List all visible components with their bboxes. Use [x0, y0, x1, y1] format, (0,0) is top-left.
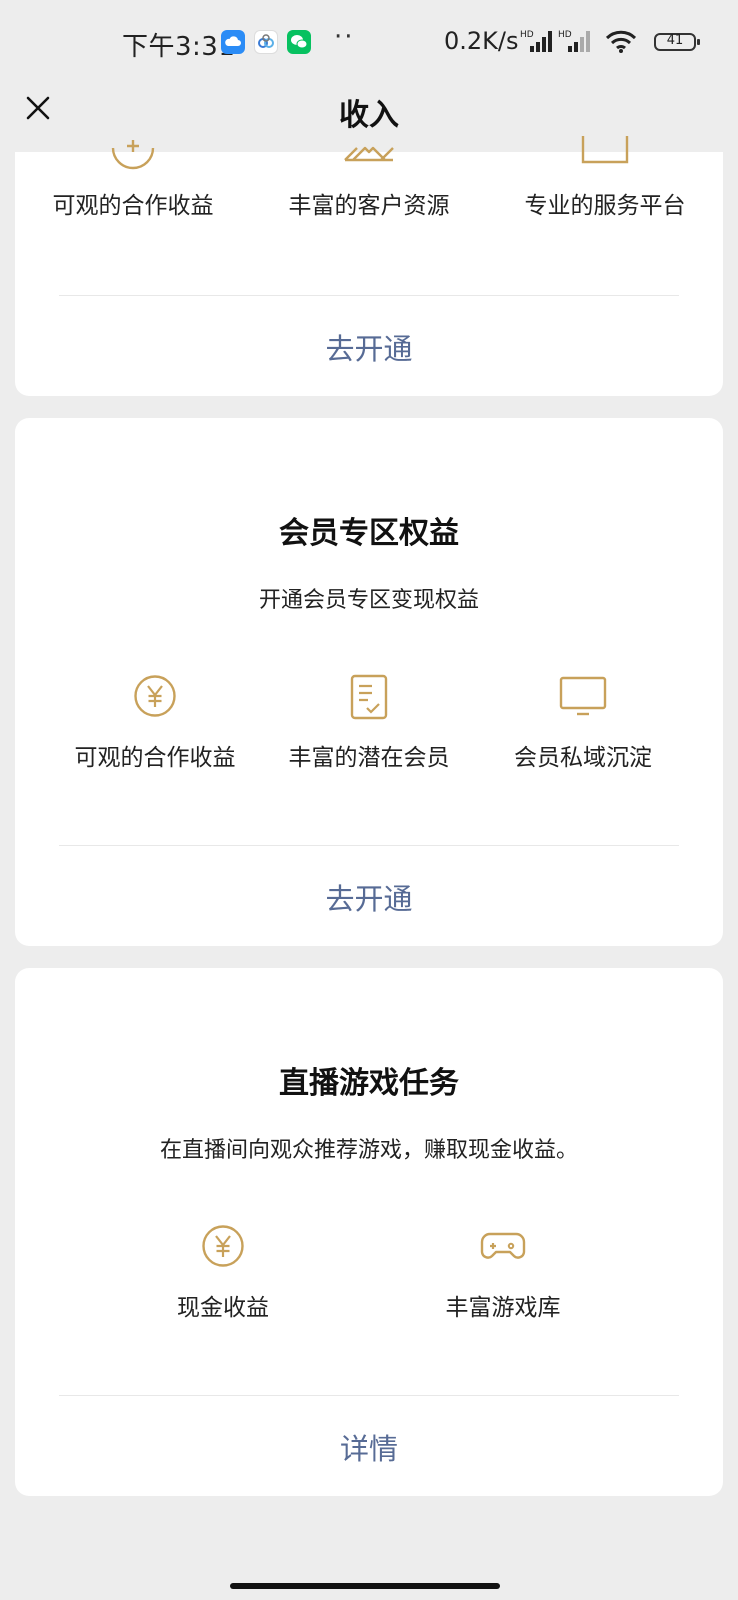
people-icon	[344, 146, 394, 162]
signal-icon: HD	[520, 30, 552, 52]
feature-label: 丰富游戏库	[445, 1295, 561, 1321]
page-title: 收入	[339, 98, 399, 133]
signal-icon-2: HD	[558, 30, 590, 52]
wechat-app-icon	[287, 30, 311, 54]
feature-item: 会员私域沉淀	[465, 674, 701, 784]
yen-coin-icon	[134, 675, 176, 717]
open-membership-button[interactable]: 去开通	[15, 876, 723, 918]
document-check-icon	[350, 674, 388, 720]
feature-item: 专业的服务平台	[487, 134, 723, 244]
monitor-icon	[581, 136, 629, 164]
live-game-task-card: 直播游戏任务 在直播间向观众推荐游戏，赚取现金收益。 现金收益 丰富游戏库 详情	[15, 968, 723, 1496]
feature-item: 现金收益	[105, 1224, 341, 1334]
coin-icon	[111, 140, 155, 170]
home-indicator[interactable]	[230, 1583, 500, 1589]
feature-label: 丰富的潜在会员	[288, 745, 450, 771]
feature-label: 专业的服务平台	[524, 193, 686, 219]
membership-card: 会员专区权益 开通会员专区变现权益 可观的合作收益 丰富的潜在会员 会员私域沉淀…	[15, 418, 723, 946]
gamepad-icon	[480, 1232, 526, 1259]
wifi-icon	[605, 30, 637, 53]
feature-label: 可观的合作收益	[74, 745, 236, 771]
feature-label: 可观的合作收益	[52, 193, 214, 219]
cloud-app-icon	[221, 30, 245, 54]
network-speed: 0.2K/s	[444, 27, 519, 55]
feature-label: 会员私域沉淀	[514, 745, 652, 771]
monitor-icon	[559, 676, 607, 716]
link-app-icon	[254, 30, 278, 54]
feature-item: 丰富的客户资源	[251, 134, 487, 244]
more-notifications-icon: ··	[334, 22, 355, 52]
divider	[59, 1395, 679, 1396]
card-title: 直播游戏任务	[279, 1066, 459, 1101]
feature-label: 丰富的客户资源	[288, 193, 450, 219]
divider	[59, 845, 679, 846]
yen-coin-icon	[202, 1225, 244, 1267]
battery-level: 41	[666, 33, 684, 48]
details-button[interactable]: 详情	[15, 1426, 723, 1468]
partner-card: 可观的合作收益 丰富的客户资源 专业的服务平台 去开通	[15, 136, 723, 396]
status-bar: 下午3:31 ·· 0.2K/s HD HD 41	[0, 0, 738, 84]
svg-text:HD: HD	[558, 30, 572, 40]
feature-item: 丰富的潜在会员	[251, 674, 487, 784]
feature-item: 丰富游戏库	[385, 1224, 621, 1334]
open-partner-button[interactable]: 去开通	[15, 326, 723, 368]
card-subtitle: 开通会员专区变现权益	[258, 588, 479, 613]
feature-label: 现金收益	[177, 1295, 269, 1321]
card-subtitle: 在直播间向观众推荐游戏，赚取现金收益。	[159, 1138, 578, 1163]
feature-item: 可观的合作收益	[15, 134, 251, 244]
card-title: 会员专区权益	[279, 516, 459, 551]
battery-icon: 41	[654, 33, 700, 51]
svg-text:HD: HD	[520, 30, 534, 40]
status-time: 下午3:31	[122, 32, 236, 62]
divider	[59, 295, 679, 296]
feature-item: 可观的合作收益	[37, 674, 273, 784]
